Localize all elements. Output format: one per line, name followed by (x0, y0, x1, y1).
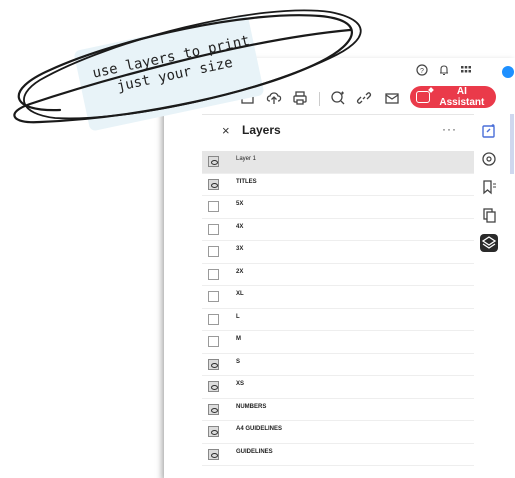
visibility-checkbox[interactable] (208, 201, 219, 212)
layers-panel: × Layers ··· Layer 1 TITLES 5X 4X 3X 2X XL L M S X… (202, 114, 474, 478)
layer-name: Layer 1 (236, 156, 257, 162)
layer-name: NUMBERS (236, 403, 267, 410)
layer-name: 4X (236, 223, 244, 230)
layer-row[interactable]: GUIDELINES (202, 444, 474, 466)
layer-row[interactable]: XL (202, 286, 474, 309)
pages-icon[interactable] (480, 206, 498, 224)
layer-name: L (236, 313, 240, 320)
bookmark-icon[interactable] (480, 178, 498, 196)
apps-grid-icon[interactable] (460, 64, 472, 79)
layer-name: 5X (236, 201, 244, 207)
mail-icon[interactable] (384, 90, 400, 106)
layer-list: Layer 1 TITLES 5X 4X 3X 2X XL L M S XS NUMBERS A4 GU… (202, 151, 474, 466)
layer-row[interactable]: M (202, 331, 474, 354)
layer-name: A4 GUIDELINES (236, 426, 283, 432)
layer-row[interactable]: TITLES (202, 174, 474, 196)
layer-row[interactable]: 5X (202, 196, 474, 219)
svg-text:?: ? (420, 68, 424, 75)
layers-icon[interactable] (480, 234, 498, 252)
comment-icon[interactable] (480, 150, 498, 168)
user-avatar[interactable] (502, 66, 514, 78)
layer-name: XL (236, 291, 244, 297)
layer-name: TITLES (236, 178, 257, 185)
right-rail (476, 114, 502, 314)
layer-row[interactable]: L (202, 309, 474, 331)
visibility-checkbox[interactable] (208, 336, 219, 347)
layer-name: M (236, 336, 241, 342)
eye-icon[interactable] (208, 358, 219, 370)
layer-row[interactable]: NUMBERS (202, 399, 474, 421)
visibility-checkbox[interactable] (208, 313, 219, 325)
visibility-checkbox[interactable] (208, 268, 219, 280)
bell-icon[interactable] (438, 64, 450, 79)
layer-row[interactable]: 3X (202, 241, 474, 264)
eye-icon[interactable] (208, 426, 219, 437)
more-options-icon[interactable]: ··· (442, 122, 457, 136)
layer-name: 2X (236, 268, 244, 275)
ai-assistant-button[interactable]: AI Assistant (410, 86, 496, 108)
eye-icon[interactable] (208, 403, 219, 415)
layer-name: XS (236, 381, 245, 387)
scrollbar[interactable] (510, 114, 514, 174)
eye-icon[interactable] (208, 178, 219, 190)
ai-sparkle-icon (416, 91, 430, 103)
eye-icon[interactable] (208, 156, 219, 167)
visibility-checkbox[interactable] (208, 291, 219, 302)
visibility-checkbox[interactable] (208, 223, 219, 235)
ai-assistant-label: AI Assistant (439, 86, 485, 108)
edit-icon[interactable] (480, 122, 498, 140)
layer-name: 3X (236, 246, 244, 252)
eye-icon[interactable] (208, 448, 219, 460)
layer-row[interactable]: 4X (202, 219, 474, 241)
layer-row[interactable]: Layer 1 (202, 151, 474, 174)
help-icon[interactable]: ? (416, 64, 428, 79)
layer-row[interactable]: S (202, 354, 474, 376)
layer-row[interactable]: A4 GUIDELINES (202, 421, 474, 444)
layer-name: S (236, 358, 241, 365)
layer-row[interactable]: XS (202, 376, 474, 399)
visibility-checkbox[interactable] (208, 246, 219, 257)
layer-row[interactable]: 2X (202, 264, 474, 286)
eye-icon[interactable] (208, 381, 219, 392)
layer-name: GUIDELINES (236, 448, 273, 455)
